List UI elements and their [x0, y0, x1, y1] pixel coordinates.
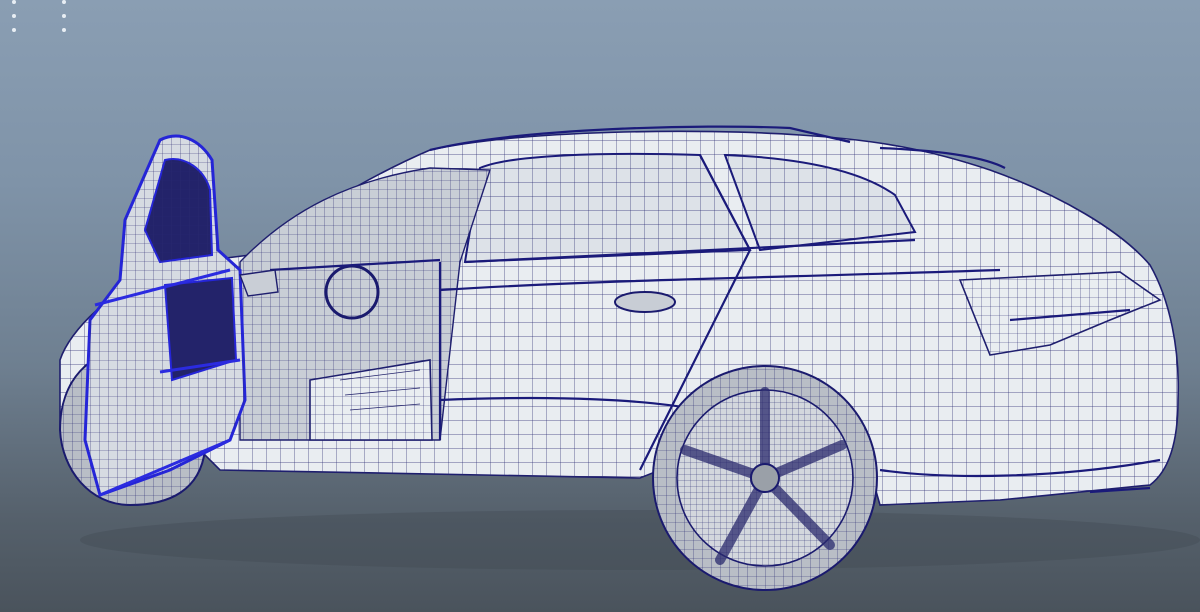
rear-wheel — [652, 365, 878, 591]
ground-shadow — [80, 510, 1200, 570]
open-front-door[interactable] — [83, 134, 247, 497]
door-handle — [614, 291, 676, 313]
car-wireframe-model[interactable] — [0, 0, 1200, 612]
3d-viewport[interactable] — [0, 0, 1200, 612]
